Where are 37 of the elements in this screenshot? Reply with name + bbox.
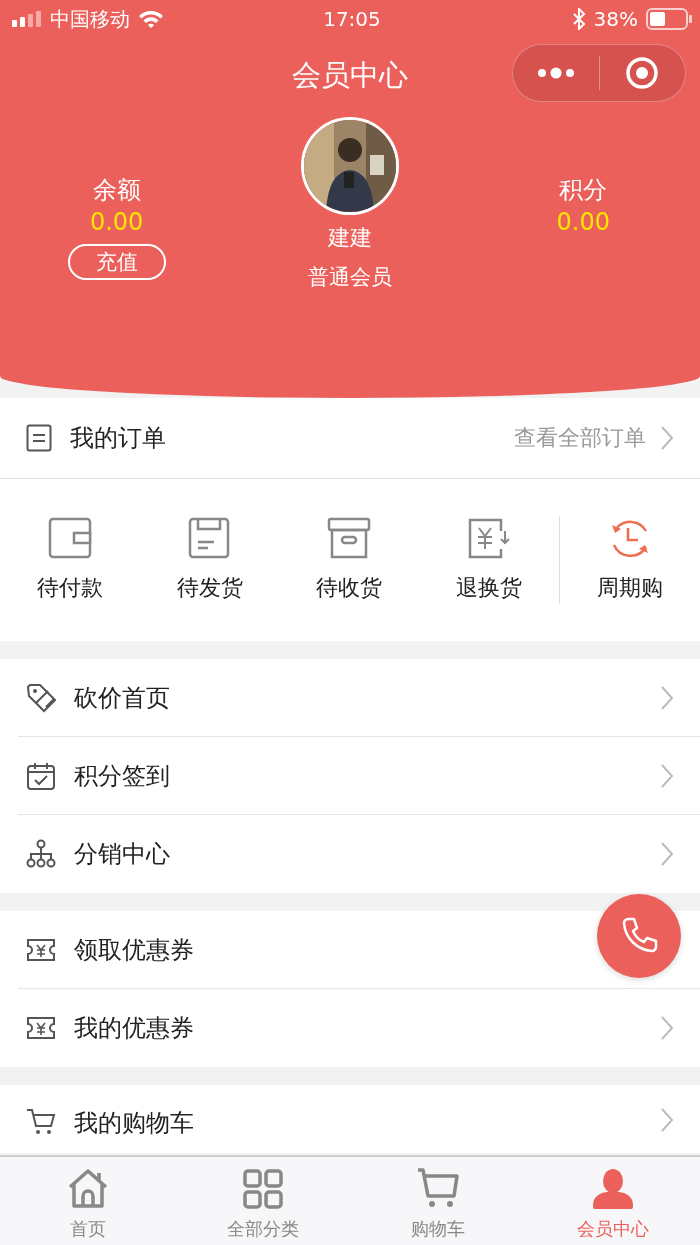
person-icon <box>590 1167 635 1211</box>
menu-item[interactable]: 砍价首页 <box>18 659 700 737</box>
menu-item[interactable]: 积分签到 <box>18 737 700 815</box>
points-label: 积分 <box>559 175 608 206</box>
box-icon <box>327 517 372 559</box>
menu-item[interactable]: 我的优惠券 <box>18 989 700 1067</box>
clock-time: 17:05 <box>323 7 381 31</box>
order-status-button[interactable]: 周期购 <box>560 517 700 603</box>
balance-label: 余额 <box>92 175 141 206</box>
menu-item[interactable]: 分销中心 <box>18 815 700 893</box>
wifi-icon <box>138 9 164 29</box>
battery-icon <box>646 8 692 30</box>
order-status-button[interactable]: 退换货 <box>419 517 560 603</box>
yuan-refund-icon <box>467 517 512 559</box>
grid-icon <box>240 1167 285 1211</box>
section-title: 我的订单 <box>70 423 167 454</box>
hierarchy-icon <box>26 839 56 869</box>
tag-icon <box>26 682 56 713</box>
signal-icon <box>12 11 42 27</box>
calendar-check-icon <box>26 760 56 791</box>
order-status-button[interactable]: 待发货 <box>139 517 280 603</box>
order-list-icon <box>26 424 52 452</box>
bluetooth-icon <box>571 8 586 30</box>
order-status-button[interactable]: 待收货 <box>279 517 420 603</box>
carrier-name: 中国移动 <box>50 5 130 33</box>
wallet-icon <box>47 517 92 559</box>
balance-value: 0.00 <box>89 208 144 236</box>
user-name: 建建 <box>328 224 372 252</box>
battery-percent: 38% <box>593 7 638 31</box>
member-level: 普通会员 <box>308 264 392 291</box>
more-icon <box>535 66 576 80</box>
page-title: 会员中心 <box>292 57 408 94</box>
points-value: 0.00 <box>556 208 611 236</box>
package-icon <box>187 517 232 559</box>
target-icon <box>625 56 660 90</box>
chevron-right-icon <box>660 425 674 451</box>
order-status-button[interactable]: 待付款 <box>0 517 140 603</box>
